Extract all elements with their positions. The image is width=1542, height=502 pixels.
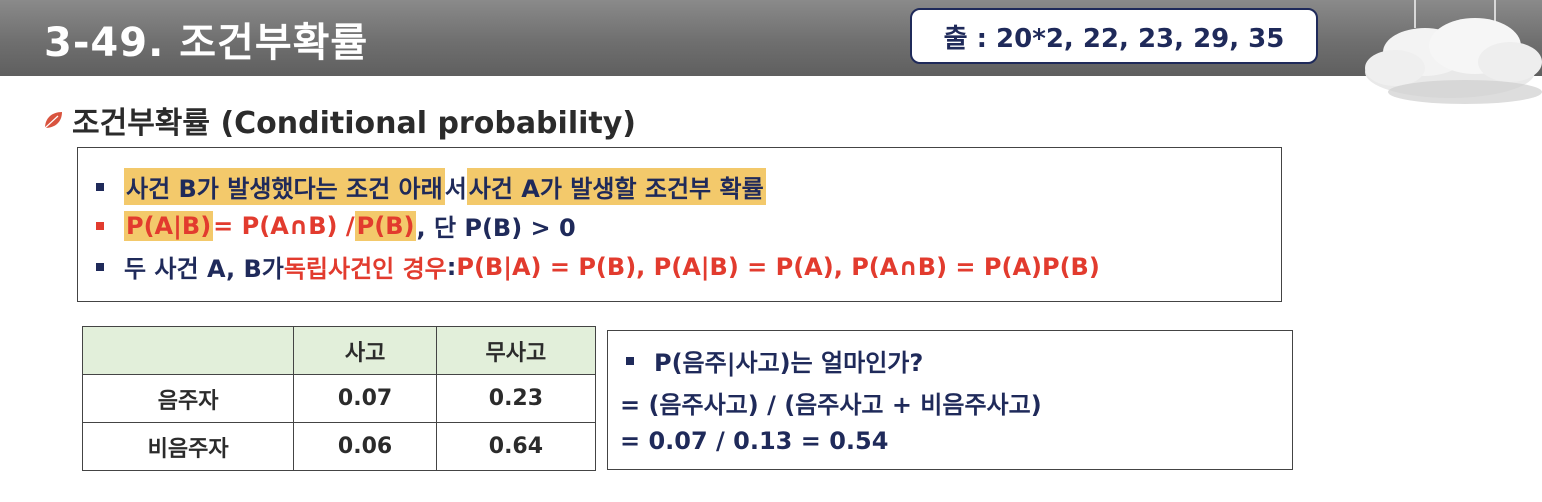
heading-text: 조건부확률 (Conditional probability) <box>72 106 636 141</box>
table-header-cell: 사고 <box>293 326 437 375</box>
calculation-result: = 0.07 / 0.13 = 0.54 <box>620 427 889 455</box>
source-badge: 출 : 20*2, 22, 23, 29, 35 <box>910 8 1318 64</box>
table-cell: 0.23 <box>435 374 597 423</box>
calculation-question: P(음주|사고)는 얼마인가? <box>620 343 923 378</box>
definition-box: 사건 B가 발생했다는 조건 아래 서 사건 A가 발생할 조건부 확률 P(A… <box>77 147 1282 302</box>
plain-text: 두 사건 A, B가 <box>124 255 284 283</box>
definition-line-2: P(A|B) = P(A∩B) / P(B) , 단 P(B) > 0 <box>90 208 576 243</box>
page-title: 3-49. 조건부확률 <box>44 20 369 66</box>
probability-table: 사고 무사고 음주자 0.07 0.23 비음주자 0.06 0.64 <box>81 326 597 471</box>
bullet-square-icon <box>96 182 104 191</box>
highlight-text: 사건 A가 발생할 조건부 확률 <box>466 168 766 205</box>
table-header-row: 사고 무사고 <box>81 326 597 375</box>
table-row-label: 음주자 <box>81 374 295 423</box>
calculation-box: P(음주|사고)는 얼마인가? = (음주사고) / (음주사고 + 비음주사고… <box>607 330 1293 470</box>
bullet-square-icon <box>96 221 104 230</box>
formula-highlight: P(A|B) <box>124 210 214 241</box>
plain-text: : <box>446 252 457 281</box>
table-row: 음주자 0.07 0.23 <box>81 374 597 423</box>
table-row-label: 비음주자 <box>81 422 295 471</box>
table-cell: 0.06 <box>293 422 437 471</box>
section-heading: 조건부확률 (Conditional probability) <box>42 98 636 142</box>
table-row: 비음주자 0.06 0.64 <box>81 422 597 471</box>
plain-text: 서 <box>444 175 467 203</box>
table-cell: 0.64 <box>435 422 597 471</box>
question-text: P(음주|사고)는 얼마인가? <box>654 349 924 377</box>
condition-text: , 단 P(B) > 0 <box>416 214 576 242</box>
independent-label: 독립사건인 경우 <box>283 255 447 283</box>
formula-text: = P(A∩B) / <box>213 211 355 240</box>
title-bar: 3-49. 조건부확률 출 : 20*2, 22, 23, 29, 35 <box>0 0 1542 76</box>
formula-highlight: P(B) <box>354 210 417 241</box>
independence-formula: P(B|A) = P(B), P(A|B) = P(A), P(A∩B) = P… <box>456 252 1100 281</box>
table-header-cell <box>81 326 295 375</box>
table-header-cell: 무사고 <box>435 326 597 375</box>
highlight-text: 사건 B가 발생했다는 조건 아래 <box>124 168 445 205</box>
table-cell: 0.07 <box>293 374 437 423</box>
leaf-icon <box>44 112 62 129</box>
bullet-square-icon <box>626 356 634 365</box>
definition-line-1: 사건 B가 발생했다는 조건 아래 서 사건 A가 발생할 조건부 확률 <box>90 168 766 205</box>
cloud-decoration-icon <box>1365 0 1542 104</box>
calculation-formula: = (음주사고) / (음주사고 + 비음주사고) <box>620 391 1042 419</box>
bullet-square-icon <box>96 262 104 271</box>
definition-line-3: 두 사건 A, B가 독립사건인 경우 : P(B|A) = P(B), P(A… <box>90 249 1100 284</box>
